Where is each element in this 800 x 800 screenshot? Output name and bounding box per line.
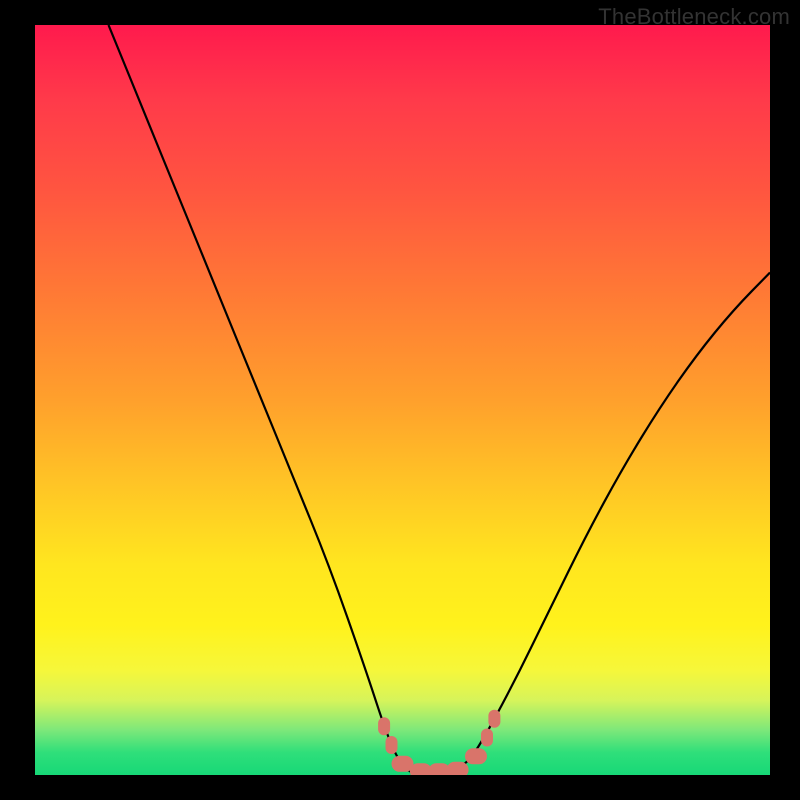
curve-marker [378, 717, 390, 735]
curve-marker [386, 736, 398, 754]
curve-marker [465, 748, 487, 764]
curve-marker [481, 729, 493, 747]
watermark-text: TheBottleneck.com [598, 4, 790, 30]
curve-marker [447, 762, 469, 775]
curve-path [109, 25, 771, 775]
chart-frame: TheBottleneck.com [0, 0, 800, 800]
plot-area [35, 25, 770, 775]
marker-group [378, 710, 500, 775]
bottleneck-curve-svg [35, 25, 770, 775]
curve-marker [488, 710, 500, 728]
